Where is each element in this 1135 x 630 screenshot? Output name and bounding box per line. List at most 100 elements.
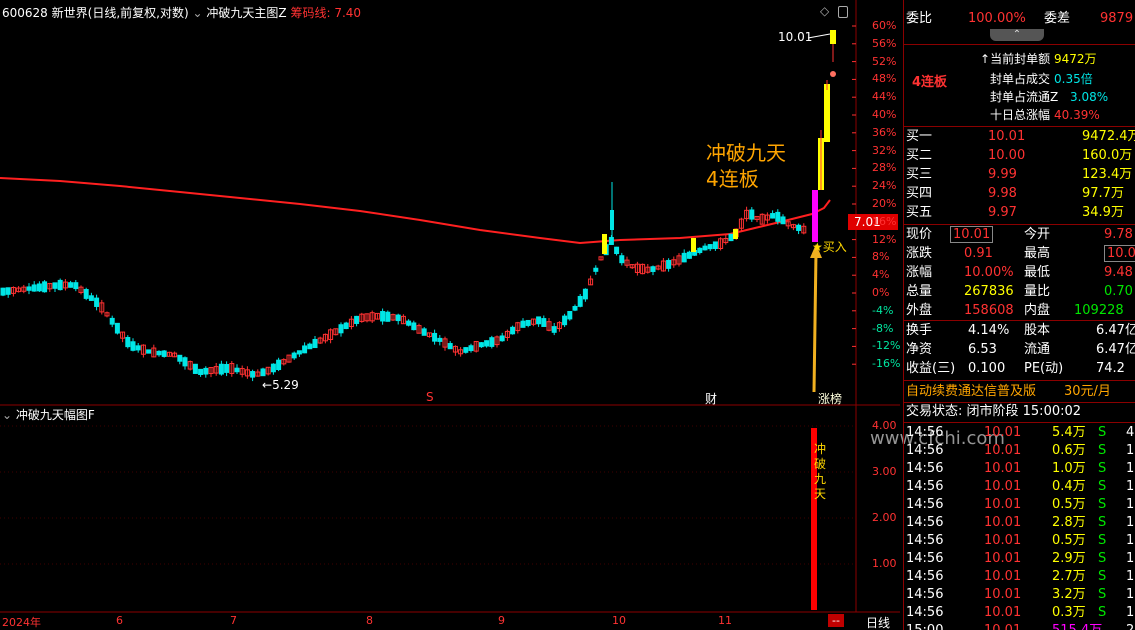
weicha-value: 9879: [1100, 11, 1134, 26]
candle-body: [712, 241, 718, 250]
tick-row: 14:56 10.01 1.0万 S 1: [906, 461, 1135, 476]
weibi-value: 100.00%: [968, 11, 1026, 26]
promo-text: 自动续费通达信普及版: [906, 384, 1037, 399]
trade-status: 交易状态: 闭市阶段 15:00:02: [906, 404, 1082, 419]
tick-row: 14:56 10.01 0.6万 S 1: [906, 443, 1135, 458]
candle-body: [260, 368, 266, 377]
candle-body: [125, 337, 131, 348]
signal-bar: [691, 238, 696, 252]
annotation-line2: 4连板: [706, 167, 759, 191]
pct-tick: 4%: [872, 268, 890, 282]
candle-body: [296, 350, 302, 355]
quote-panel: 委比 100.00% 委差 9879 ⌃ ↑ 当前封单额 9472万 4连板 封单…: [903, 0, 1135, 630]
chip-value: 7.40: [334, 6, 362, 20]
candle-body: [130, 341, 136, 351]
seal-deal-value: 0.35倍: [1054, 72, 1093, 86]
pct-tick: 20%: [872, 197, 897, 210]
candle-body: [31, 284, 37, 292]
sub-tick: 2.00: [872, 511, 897, 524]
candle-body: [697, 247, 703, 254]
date-tick: 11: [718, 614, 732, 627]
panel-toggle-icon[interactable]: [838, 6, 848, 18]
candle-body: [536, 316, 542, 325]
candle-body: [250, 371, 256, 378]
pct-tick: 16%: [872, 214, 897, 228]
chip-label: 筹码线:: [290, 6, 331, 20]
stat-row: 外盘 158608 内盘 109228: [906, 303, 1124, 318]
indicator-dropdown-icon[interactable]: ⌄: [192, 6, 202, 20]
stock-name: 新世界: [51, 6, 88, 20]
candle-body: [234, 367, 240, 373]
tick-row: 14:56 10.01 3.2万 S 1: [906, 587, 1135, 602]
tick-row: 14:56 10.01 2.8万 S 1: [906, 515, 1135, 530]
bid-row: 买五 9.97 34.9万: [906, 205, 1124, 220]
collapse-button[interactable]: ⌃: [990, 29, 1044, 41]
date-tick: --: [828, 614, 844, 627]
candle-body: [94, 297, 100, 307]
candle-body: [395, 314, 401, 322]
sub-vertical-text: 冲破九天: [814, 442, 827, 501]
date-tick: 8: [366, 614, 373, 627]
candle-body: [146, 349, 152, 354]
candle-body: [73, 282, 79, 290]
candle-body: [302, 345, 308, 354]
candle-body: [707, 244, 713, 250]
trade-status-row: 交易状态: 闭市阶段 15:00:02: [904, 403, 1135, 421]
stat2-row: 换手 4.14% 股本 6.47亿: [906, 323, 1135, 338]
sub-indicator-dropdown-icon[interactable]: ⌄: [2, 408, 12, 422]
promo-row[interactable]: 自动续费通达信普及版 30元/月: [904, 383, 1135, 401]
candle-body: [88, 295, 94, 301]
tick-row: 14:56 10.01 0.4万 S 1: [906, 479, 1135, 494]
candle-body: [608, 237, 614, 245]
candle-body: [525, 319, 531, 326]
pct-tick: 28%: [872, 161, 897, 175]
weibi-row: 委比 100.00% 委差 9879: [904, 10, 1135, 28]
candle-body: [614, 246, 620, 255]
chart-area[interactable]: 600628 新世界(日线,前复权,对数) ⌄ 冲破九天主图Z 筹码线: 7.4…: [0, 0, 1005, 630]
marker-zhangting[interactable]: 涨榜: [818, 390, 842, 407]
marker-s[interactable]: S: [426, 390, 434, 404]
tick-row: 14:56 10.01 0.5万 S 1: [906, 497, 1135, 512]
candle-body: [156, 350, 162, 356]
candle-body: [5, 287, 11, 295]
chart-mode: (日线,前复权,对数): [87, 6, 189, 20]
pct-tick: 12%: [872, 232, 897, 246]
sub-tick: 3.00: [872, 465, 897, 478]
sub-indicator-name[interactable]: 冲破九天幅图F: [16, 408, 95, 422]
candle-body: [224, 363, 230, 373]
stat-row: 涨幅 10.00% 最低 9.48: [906, 265, 1133, 280]
stat2-row: 收益(三) 0.100 PE(动) 74.2: [906, 361, 1125, 376]
date-tick: 6: [116, 614, 123, 627]
candle-body: [610, 210, 614, 230]
candle-body: [582, 288, 588, 300]
seal-amount-value: 9472万: [1054, 52, 1097, 66]
candle-body: [562, 315, 568, 326]
seal-amount-label: ↑ 当前封单额: [980, 52, 1051, 66]
candle-body: [478, 342, 484, 348]
period-label[interactable]: 日线: [866, 614, 890, 630]
candle-body: [796, 224, 802, 231]
annotation-line1: 冲破九天: [706, 141, 786, 165]
seal-float-value: 3.08%: [1070, 90, 1109, 104]
candle-body: [489, 337, 495, 347]
seal-float-label: 封单占流通Z: [990, 90, 1059, 104]
candle-body: [161, 350, 167, 357]
weicha-label: 委差: [1044, 11, 1071, 26]
kline-svg[interactable]: [0, 0, 900, 630]
diamond-icon[interactable]: ◇: [820, 4, 829, 18]
candle-body: [406, 320, 412, 326]
bid-row: 买四 9.98 97.7万: [906, 186, 1124, 201]
indicator-name[interactable]: 冲破九天主图Z: [206, 6, 286, 20]
candle-body: [291, 352, 297, 359]
candle-body: [681, 252, 687, 263]
marker-cai[interactable]: 财: [705, 390, 717, 407]
sub-tick: 4.00: [872, 419, 897, 432]
candle-body: [780, 216, 786, 225]
candle-body: [577, 295, 583, 307]
candle-body: [42, 281, 48, 293]
tick-row: 14:56 10.01 0.3万 S 1: [906, 605, 1135, 620]
date-tick: 7: [230, 614, 237, 627]
candle-body: [182, 357, 188, 367]
pct-tick: 8%: [872, 250, 890, 264]
promo-price: 30元/月: [1064, 384, 1111, 399]
